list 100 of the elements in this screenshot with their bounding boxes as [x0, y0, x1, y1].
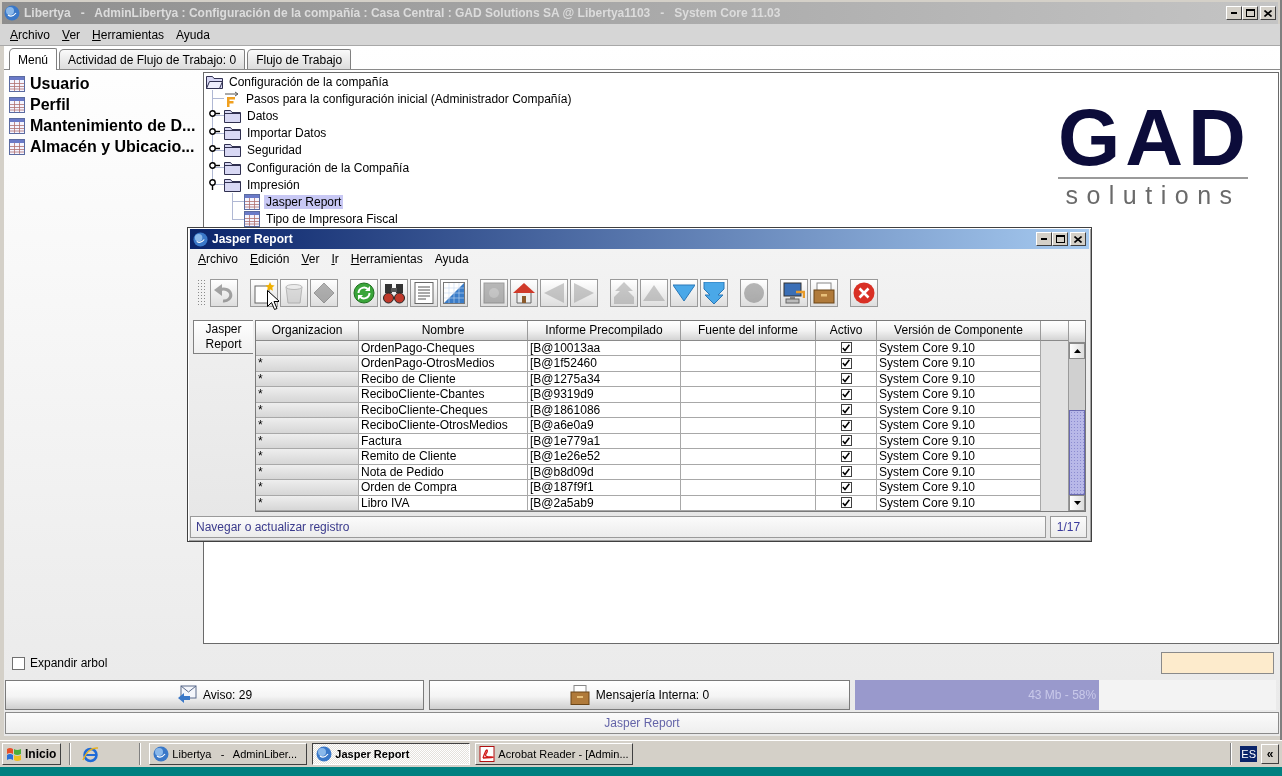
- scrollbar-thumb[interactable]: [1069, 409, 1085, 495]
- taskbar-button[interactable]: Acrobat Reader - [Admin...: [475, 743, 634, 765]
- close-button[interactable]: [1070, 232, 1086, 246]
- tree-item[interactable]: Pasos para la configuración inicial (Administrador Compañía): [244, 91, 574, 106]
- checkbox[interactable]: [840, 450, 852, 462]
- checkbox[interactable]: [840, 481, 852, 493]
- status-text: Jasper Report: [604, 716, 680, 730]
- scrollbar-corner: [1069, 321, 1085, 343]
- column-header[interactable]: Versión de Componente: [877, 321, 1041, 341]
- table-icon: [9, 75, 25, 92]
- menu-item[interactable]: Ayuda: [170, 27, 216, 42]
- globe-icon: [4, 5, 20, 21]
- folder-icon: [224, 126, 241, 141]
- table-icon: [244, 211, 260, 228]
- minimize-button[interactable]: [1226, 6, 1242, 20]
- input-field[interactable]: [1161, 652, 1274, 674]
- table-cell: System Core 9.10: [877, 418, 1041, 434]
- tree-item[interactable]: Seguridad: [245, 143, 304, 158]
- menu-item[interactable]: Archivo: [4, 27, 57, 42]
- tray-toggle-button[interactable]: «: [1261, 744, 1279, 764]
- table-cell: *: [256, 480, 359, 496]
- checkbox[interactable]: [840, 404, 852, 416]
- sidebar-item[interactable]: Almacén y Ubicacio...: [30, 137, 195, 156]
- table-cell: [B@1e26e52: [528, 449, 681, 465]
- tree-item[interactable]: Configuración de la compañía: [227, 74, 391, 89]
- column-header[interactable]: Informe Precompilado: [528, 321, 681, 341]
- sidebar-item[interactable]: Mantenimiento de D...: [30, 116, 196, 135]
- menu-item[interactable]: Ir: [325, 252, 345, 266]
- column-header[interactable]: Activo: [816, 321, 877, 341]
- logo-mark: GAD: [1058, 103, 1248, 173]
- tab[interactable]: Menú: [9, 48, 58, 70]
- column-header[interactable]: Fuente del informe: [681, 321, 816, 341]
- maximize-icon: [1055, 235, 1065, 243]
- column-header[interactable]: Organizacion: [256, 321, 359, 341]
- workflow-icon: [224, 90, 240, 107]
- scroll-down-button[interactable]: [1069, 495, 1085, 511]
- tree-item[interactable]: Tipo de Impresora Fiscal: [264, 212, 400, 227]
- tree-item[interactable]: Importar Datos: [245, 126, 329, 141]
- menu-item[interactable]: Edición: [244, 252, 296, 266]
- checkbox[interactable]: [840, 373, 852, 385]
- table-cell: [B@a6e0a9: [528, 418, 681, 434]
- status-button[interactable]: Mensajería Interna: 0: [429, 680, 850, 710]
- minimize-icon: [1041, 238, 1047, 240]
- folder-icon: [224, 108, 241, 123]
- checkbox[interactable]: [840, 419, 852, 431]
- tree-item[interactable]: Impresión: [245, 177, 302, 192]
- tree-item[interactable]: Datos: [245, 108, 281, 123]
- tree-item[interactable]: Jasper Report: [264, 194, 344, 209]
- sidebar-item[interactable]: Usuario: [30, 74, 90, 93]
- menu-item[interactable]: Archivo: [192, 252, 245, 266]
- globe-icon: [316, 746, 333, 762]
- mail-arrow-icon: [176, 685, 197, 705]
- menu-item[interactable]: Herramientas: [86, 27, 171, 42]
- maximize-button[interactable]: [1242, 6, 1258, 20]
- table-cell: ReciboCliente-OtrosMedios: [359, 418, 528, 434]
- scroll-up-button[interactable]: [1069, 343, 1085, 359]
- table-cell: OrdenPago-OtrosMedios: [359, 356, 528, 372]
- tree-item[interactable]: Configuración de la Compañía: [245, 160, 412, 175]
- table-cell: [B@187f9f1: [528, 480, 681, 496]
- table-cell: *: [256, 387, 359, 403]
- maximize-button[interactable]: [1052, 232, 1068, 246]
- minimize-button[interactable]: [1036, 232, 1052, 246]
- scrollbar[interactable]: [1069, 343, 1085, 511]
- checkbox[interactable]: [840, 342, 852, 354]
- language-indicator[interactable]: ES: [1240, 746, 1257, 762]
- record-counter: 1/17: [1050, 516, 1087, 538]
- table-cell: *: [256, 356, 359, 372]
- table-cell: System Core 9.10: [877, 480, 1041, 496]
- pdf-document-icon: [479, 746, 496, 762]
- menu-item[interactable]: Ver: [56, 27, 87, 42]
- table-icon: [9, 96, 25, 113]
- menu-item[interactable]: Herramientas: [344, 252, 429, 266]
- checkbox[interactable]: [840, 466, 852, 478]
- down-arrow-icon: [1073, 501, 1081, 505]
- logo-tagline: solutions: [1064, 181, 1242, 209]
- checkbox[interactable]: [12, 656, 25, 670]
- sidebar-item[interactable]: Perfil: [30, 95, 70, 114]
- checkbox[interactable]: [840, 497, 852, 509]
- tab[interactable]: Actividad de Flujo de Trabajo: 0: [59, 49, 246, 69]
- table-icon: [244, 193, 260, 210]
- menu-item[interactable]: Ver: [295, 252, 326, 266]
- close-icon: [1074, 235, 1082, 243]
- taskbar-button[interactable]: Jasper Report: [312, 743, 471, 765]
- close-button[interactable]: [1260, 6, 1276, 20]
- table-cell: *: [256, 449, 359, 465]
- taskbar-button[interactable]: Libertya - AdminLiber...: [149, 743, 308, 765]
- start-button[interactable]: Inicio: [2, 743, 62, 765]
- column-header[interactable]: Nombre: [359, 321, 528, 341]
- table-icon: [9, 117, 25, 134]
- checkbox[interactable]: [840, 388, 852, 400]
- menu-item[interactable]: Ayuda: [428, 252, 475, 266]
- table-cell: System Core 9.10: [877, 449, 1041, 465]
- table-icon: [9, 138, 25, 155]
- tab[interactable]: Flujo de Trabajo: [247, 49, 352, 69]
- checkbox[interactable]: [840, 357, 852, 369]
- side-tab[interactable]: Jasper Report: [193, 320, 253, 354]
- checkbox[interactable]: [840, 435, 852, 447]
- window-title: Jasper Report: [212, 232, 294, 246]
- browser-icon[interactable]: [82, 745, 100, 763]
- status-button[interactable]: Aviso: 29: [5, 680, 424, 710]
